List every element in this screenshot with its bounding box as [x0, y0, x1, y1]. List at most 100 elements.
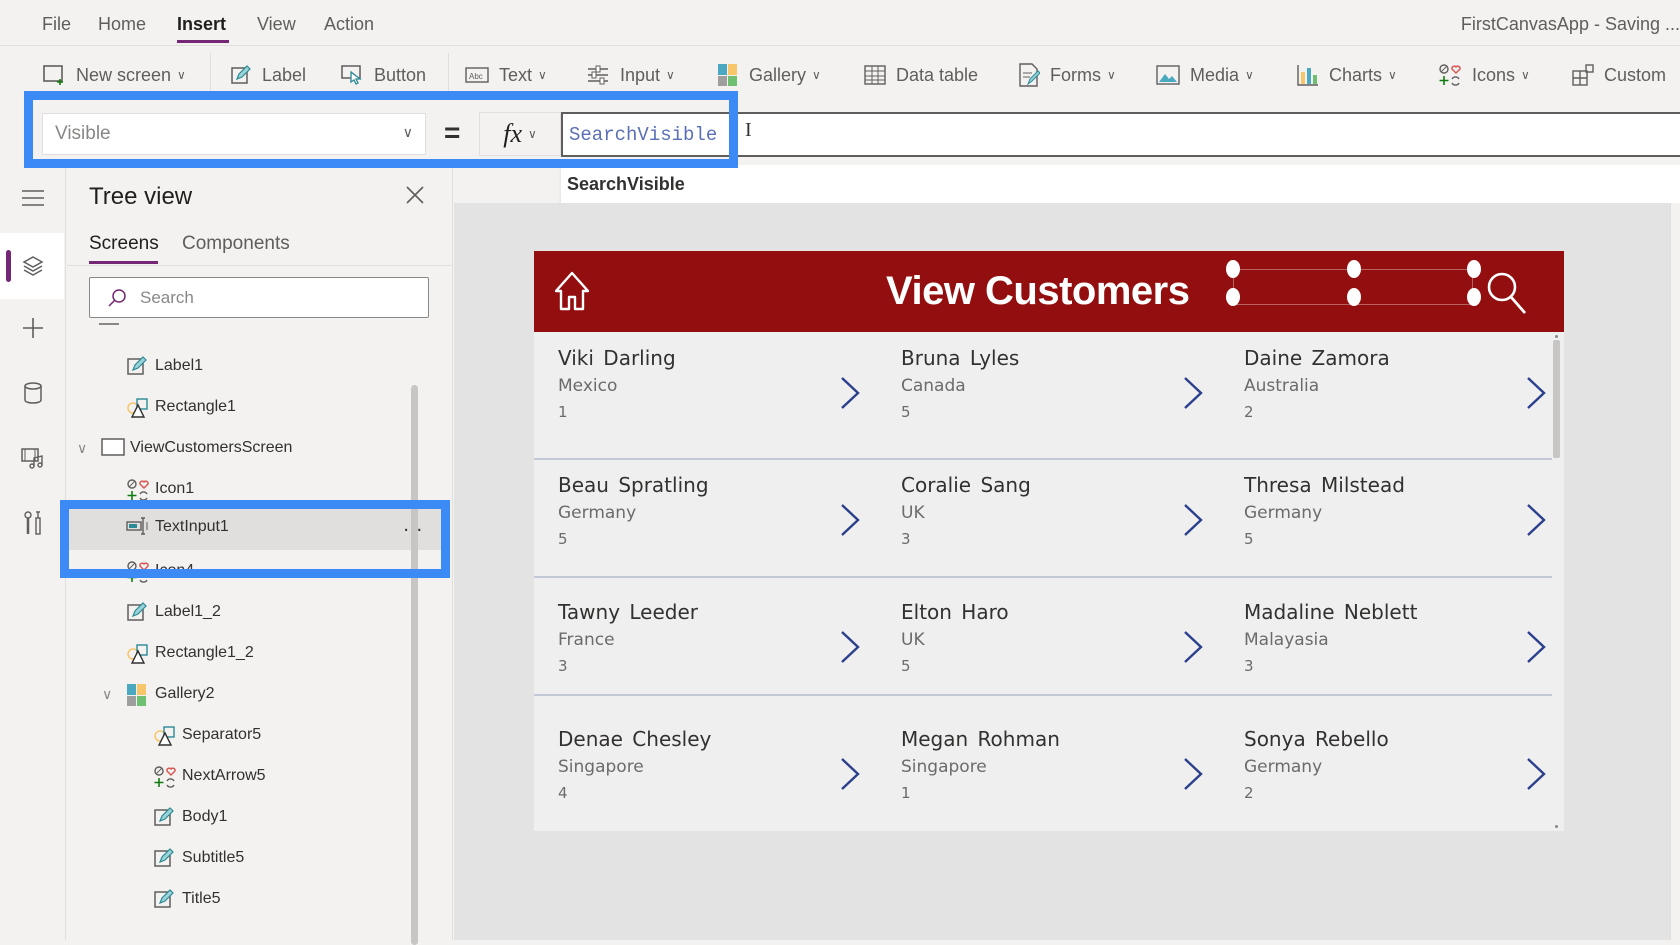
hamburger-menu-icon[interactable] [12, 177, 54, 219]
property-select[interactable]: Visible ∨ [42, 113, 426, 155]
menu-action[interactable]: Action [324, 14, 374, 35]
resize-handle[interactable] [1467, 288, 1481, 306]
next-arrow-icon[interactable] [839, 757, 861, 796]
text-dropdown[interactable]: Abc Text ∨ [465, 61, 547, 89]
tab-screens[interactable]: Screens [89, 233, 159, 255]
next-arrow-icon[interactable] [1525, 630, 1547, 669]
customer-value: 2 [1244, 403, 1254, 421]
customer-card[interactable]: Sonya Rebello Germany 2 [1220, 713, 1563, 840]
media-dropdown-label: Media [1190, 64, 1240, 85]
next-arrow-icon[interactable] [1182, 376, 1204, 415]
resize-handle[interactable] [1347, 260, 1361, 278]
chevron-down-icon[interactable]: ∨ [77, 440, 87, 457]
tree-item-label: NextArrow5 [182, 767, 266, 784]
tab-components[interactable]: Components [182, 233, 290, 255]
home-icon[interactable] [550, 269, 594, 318]
customer-card[interactable]: Beau Spratling Germany 5 [534, 459, 877, 586]
new-screen-button[interactable]: New screen ∨ [42, 61, 186, 89]
row-separator [534, 576, 1552, 578]
menu-file[interactable]: File [42, 14, 71, 35]
customer-card[interactable]: Thresa Milstead Germany 5 [1220, 459, 1563, 586]
tree-item-label: Rectangle1_2 [155, 644, 254, 661]
customer-card[interactable]: Bruna Lyles Canada 5 [877, 332, 1220, 459]
new-screen-label: New screen [76, 64, 172, 85]
next-arrow-icon[interactable] [1525, 757, 1547, 796]
app-screen-preview: View Customers Viki Darling Mexico 1 Bruna … [534, 251, 1564, 831]
formula-input[interactable]: SearchVisible [561, 112, 1680, 157]
tree-item[interactable]: NextArrow5 [67, 755, 443, 799]
row-separator [534, 694, 1552, 696]
tree-item-label: Icon4 [155, 562, 195, 579]
gallery-scrollbar[interactable] [1553, 340, 1560, 458]
plus-icon[interactable] [12, 307, 54, 349]
resize-handle[interactable] [1226, 260, 1240, 278]
tree-item[interactable]: ∨ ViewCustomersScreen [67, 427, 443, 471]
forms-dropdown[interactable]: Forms ∨ [1018, 61, 1116, 89]
layers-icon[interactable] [12, 245, 54, 287]
charts-dropdown[interactable]: Charts ∨ [1297, 61, 1397, 89]
customer-card[interactable]: Denae Chesley Singapore 4 [534, 713, 877, 840]
menu-home[interactable]: Home [98, 14, 146, 35]
label-button[interactable]: Label [230, 61, 306, 89]
input-dropdown[interactable]: Input ∨ [586, 61, 675, 89]
customer-country: UK [901, 630, 925, 650]
tree-item[interactable]: Title5 [67, 878, 443, 922]
tree-search-input[interactable]: Search [89, 277, 429, 318]
search-icon [108, 289, 126, 307]
database-icon[interactable] [12, 372, 54, 414]
next-arrow-icon[interactable] [1525, 503, 1547, 542]
search-icon[interactable] [1484, 271, 1534, 320]
next-arrow-icon[interactable] [1182, 757, 1204, 796]
next-arrow-icon[interactable] [1525, 376, 1547, 415]
ribbon-divider [210, 53, 211, 95]
tree-item[interactable]: ∨ Gallery2 [67, 673, 443, 717]
insert-ribbon: New screen ∨ Label Button Abc Text ∨ Input… [0, 47, 1680, 103]
resize-handle[interactable] [1347, 288, 1361, 306]
tree-item[interactable]: Rectangle1 [67, 386, 443, 430]
customer-card[interactable]: Megan Rohman Singapore 1 [877, 713, 1220, 840]
tree-item[interactable]: Rectangle1_2 [67, 632, 443, 676]
next-arrow-icon[interactable] [839, 376, 861, 415]
customer-value: 3 [901, 530, 911, 548]
formula-suggestion[interactable]: SearchVisible [561, 165, 1680, 203]
advanced-tools-icon[interactable] [12, 502, 54, 544]
custom-dropdown-label: Custom [1604, 64, 1667, 85]
icons-dropdown-label: Icons [1472, 64, 1516, 85]
media-library-icon[interactable] [12, 437, 54, 479]
gallery-dropdown[interactable]: Gallery ∨ [717, 61, 821, 89]
data-table-label: Data table [896, 64, 979, 85]
close-icon[interactable] [403, 183, 431, 211]
button-button[interactable]: Button [340, 61, 426, 89]
data-table-button[interactable]: Data table [864, 61, 978, 89]
customer-card[interactable]: Viki Darling Mexico 1 [534, 332, 877, 459]
customer-country: Germany [558, 503, 637, 523]
equals-sign: = [444, 117, 461, 148]
tree-item[interactable]: Label1_2 [67, 591, 443, 635]
tree-item[interactable]: Icon4 [67, 550, 443, 594]
tree-scrollbar[interactable] [411, 385, 418, 945]
active-tab-underline [89, 261, 158, 264]
resize-handle[interactable] [1226, 288, 1240, 306]
search-text-input-selected[interactable] [1226, 260, 1481, 306]
next-arrow-icon[interactable] [1182, 630, 1204, 669]
chevron-down-icon: ∨ [1107, 68, 1116, 82]
menu-view[interactable]: View [257, 14, 296, 35]
next-arrow-icon[interactable] [1182, 503, 1204, 542]
tree-item[interactable]: Separator5 [67, 714, 443, 758]
fx-button[interactable]: fx ∨ [479, 112, 561, 156]
tree-item[interactable]: Label1 [67, 345, 443, 389]
chevron-down-icon[interactable]: ∨ [102, 686, 112, 703]
icons-dropdown[interactable]: Icons ∨ [1438, 61, 1530, 89]
media-dropdown[interactable]: Media ∨ [1156, 61, 1254, 89]
customer-card[interactable]: Coralie Sang UK 3 [877, 459, 1220, 586]
menu-insert[interactable]: Insert [177, 14, 226, 35]
tree-item[interactable]: TextInput1... [67, 506, 443, 550]
next-arrow-icon[interactable] [839, 630, 861, 669]
next-arrow-icon[interactable] [839, 503, 861, 542]
customer-country: Australia [1244, 376, 1320, 396]
tree-item[interactable]: Body1 [67, 796, 443, 840]
tree-item[interactable]: Subtitle5 [67, 837, 443, 881]
customer-card[interactable]: Daine Zamora Australia 2 [1220, 332, 1563, 459]
resize-handle[interactable] [1467, 260, 1481, 278]
custom-dropdown[interactable]: Custom [1572, 61, 1666, 89]
